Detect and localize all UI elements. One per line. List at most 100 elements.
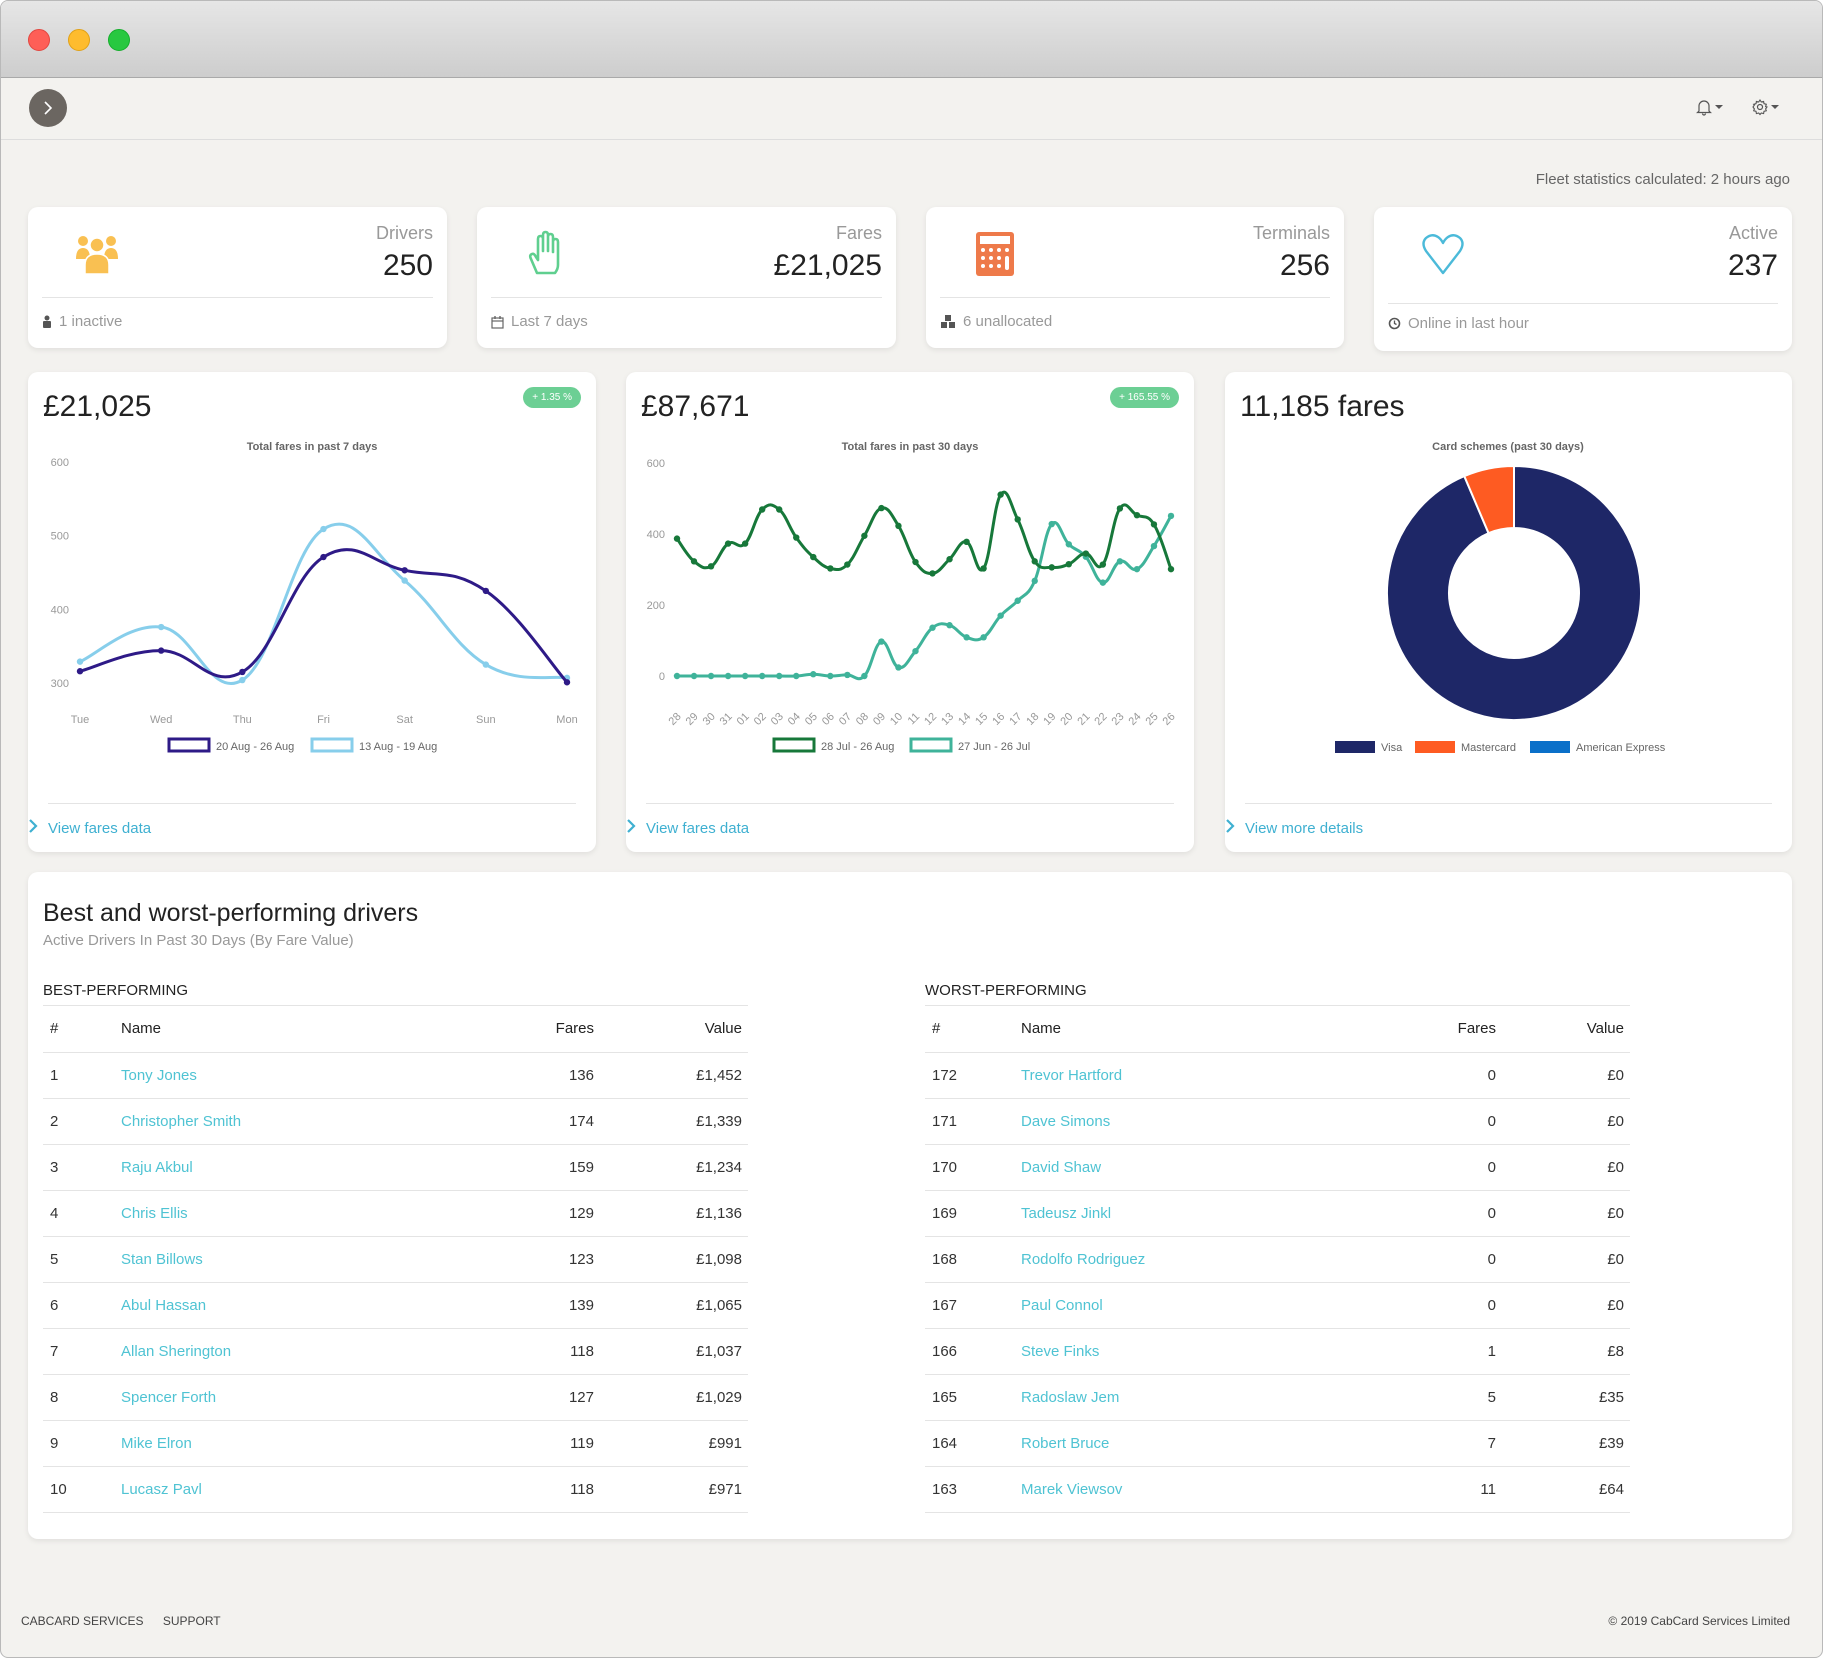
driver-name-link[interactable]: Paul Connol — [1021, 1282, 1382, 1329]
weekly-fares-card: £21,025 + 1.35 % Total fares in past 7 d… — [28, 372, 596, 852]
driver-name-link[interactable]: Christopher Smith — [121, 1098, 480, 1145]
rank-cell: 2 — [43, 1098, 121, 1145]
data-point — [1099, 561, 1107, 568]
driver-name-link[interactable]: Marek Viewsov — [1021, 1466, 1382, 1513]
data-point — [861, 672, 868, 680]
x-tick-label: 21 — [1075, 711, 1092, 728]
driver-name-link[interactable]: Stan Billows — [121, 1236, 480, 1283]
notifications-button[interactable] — [1695, 98, 1723, 116]
table-row: 2 Christopher Smith 174 £1,339 — [43, 1098, 748, 1145]
value-cell: £1,098 — [600, 1236, 748, 1283]
data-point — [963, 634, 970, 641]
x-tick-label: 14 — [956, 711, 973, 728]
data-point — [776, 672, 783, 680]
column-header-value: Value — [600, 1006, 748, 1053]
driver-name-link[interactable]: Robert Bruce — [1021, 1420, 1382, 1467]
column-header-fares: Fares — [480, 1006, 600, 1053]
data-point — [895, 522, 902, 530]
y-tick-label: 0 — [659, 671, 665, 683]
stat-card-fares: Fares £21,025 Last 7 days — [477, 207, 896, 348]
rank-cell: 4 — [43, 1190, 121, 1237]
weekly-fares-chart: Total fares in past 7 days 300 400 500 600 Tu… — [51, 441, 578, 753]
rank-cell: 9 — [43, 1420, 121, 1467]
legend-label: Mastercard — [1461, 742, 1516, 754]
data-point — [1167, 565, 1175, 573]
table-row: 4 Chris Ellis 129 £1,136 — [43, 1190, 748, 1237]
value-cell: £39 — [1502, 1420, 1630, 1467]
driver-name-link[interactable]: Abul Hassan — [121, 1282, 480, 1329]
data-point — [997, 612, 1004, 619]
data-point — [724, 540, 732, 547]
x-tick-label: 30 — [701, 711, 718, 728]
driver-name-link[interactable]: Tony Jones — [121, 1052, 480, 1099]
table-row: 7 Allan Sherington 118 £1,037 — [43, 1328, 748, 1375]
data-point — [690, 558, 698, 565]
stat-footer: 6 unallocated — [940, 313, 1052, 330]
legend-swatch — [772, 737, 816, 753]
table-row: 166 Steve Finks 1 £8 — [925, 1328, 1630, 1375]
driver-name-link[interactable]: Spencer Forth — [121, 1374, 480, 1421]
view-more-details-link[interactable]: View more details — [1245, 820, 1363, 837]
stat-label: Fares — [835, 223, 882, 243]
data-point — [239, 676, 246, 684]
driver-name-link[interactable]: Raju Akbul — [121, 1144, 480, 1191]
driver-name-link[interactable]: Radoslaw Jem — [1021, 1374, 1382, 1421]
value-cell: £0 — [1502, 1190, 1630, 1237]
stat-card-terminals: Terminals 256 6 unallocated — [926, 207, 1344, 348]
data-point — [912, 558, 919, 566]
stat-value: 237 — [1727, 249, 1778, 282]
value-cell: £1,065 — [600, 1282, 748, 1329]
caret-down-icon — [1771, 105, 1779, 109]
calculator-icon — [976, 232, 1014, 276]
stat-footer-text: 1 inactive — [59, 313, 123, 330]
footer-link-support[interactable]: SUPPORT — [163, 1614, 221, 1628]
data-point — [707, 672, 715, 680]
fares-cell: 159 — [480, 1144, 600, 1191]
data-point — [878, 638, 885, 645]
minimize-window-button[interactable] — [68, 29, 90, 51]
driver-name-link[interactable]: Steve Finks — [1021, 1328, 1382, 1375]
table-row: 1 Tony Jones 136 £1,452 — [43, 1052, 748, 1099]
sidebar-toggle-button[interactable] — [29, 89, 67, 127]
table-row: 164 Robert Bruce 7 £39 — [925, 1420, 1630, 1467]
driver-name-link[interactable]: Mike Elron — [121, 1420, 480, 1467]
table-row: 5 Stan Billows 123 £1,098 — [43, 1236, 748, 1283]
value-cell: £1,339 — [600, 1098, 748, 1145]
value-cell: £1,037 — [600, 1328, 748, 1375]
legend-swatch — [1415, 741, 1455, 753]
settings-button[interactable] — [1751, 98, 1779, 116]
driver-name-link[interactable]: Tadeusz Jinkl — [1021, 1190, 1382, 1237]
driver-name-link[interactable]: Rodolfo Rodriguez — [1021, 1236, 1382, 1283]
driver-name-link[interactable]: Allan Sherington — [121, 1328, 480, 1375]
data-point — [980, 565, 987, 572]
chart-title: Total fares in past 30 days — [842, 441, 979, 453]
close-window-button[interactable] — [28, 29, 50, 51]
table-row: 3 Raju Akbul 159 £1,234 — [43, 1144, 748, 1191]
driver-name-link[interactable]: Lucasz Pavl — [121, 1466, 480, 1513]
card-schemes-card: 11,185 fares Card schemes (past 30 days)… — [1225, 372, 1792, 852]
driver-name-link[interactable]: David Shaw — [1021, 1144, 1382, 1191]
x-tick-label: 01 — [735, 711, 752, 728]
rank-cell: 170 — [925, 1144, 1021, 1191]
chevron-right-icon — [44, 101, 53, 115]
driver-name-link[interactable]: Trevor Hartford — [1021, 1052, 1382, 1099]
data-point — [724, 672, 732, 680]
view-fares-data-link[interactable]: View fares data — [48, 820, 151, 837]
chevron-right-icon[interactable] — [1225, 818, 1235, 834]
table-row: 167 Paul Connol 0 £0 — [925, 1282, 1630, 1329]
driver-name-link[interactable]: Chris Ellis — [121, 1190, 480, 1237]
calendar-icon — [491, 315, 504, 329]
value-cell: £0 — [1502, 1144, 1630, 1191]
chevron-right-icon[interactable] — [28, 818, 38, 834]
y-tick-label: 400 — [647, 529, 665, 541]
view-fares-data-link[interactable]: View fares data — [646, 820, 749, 837]
maximize-window-button[interactable] — [108, 29, 130, 51]
x-tick-label: 18 — [1024, 711, 1041, 728]
driver-name-link[interactable]: Dave Simons — [1021, 1098, 1382, 1145]
footer-link-cabcard-services[interactable]: CABCARD SERVICES — [21, 1614, 143, 1628]
table-heading: BEST-PERFORMING — [43, 980, 748, 1006]
chevron-right-icon[interactable] — [626, 818, 636, 834]
x-tick-label: 26 — [1161, 711, 1178, 728]
y-tick-label: 500 — [51, 531, 69, 543]
stat-footer-text: 6 unallocated — [963, 313, 1053, 330]
